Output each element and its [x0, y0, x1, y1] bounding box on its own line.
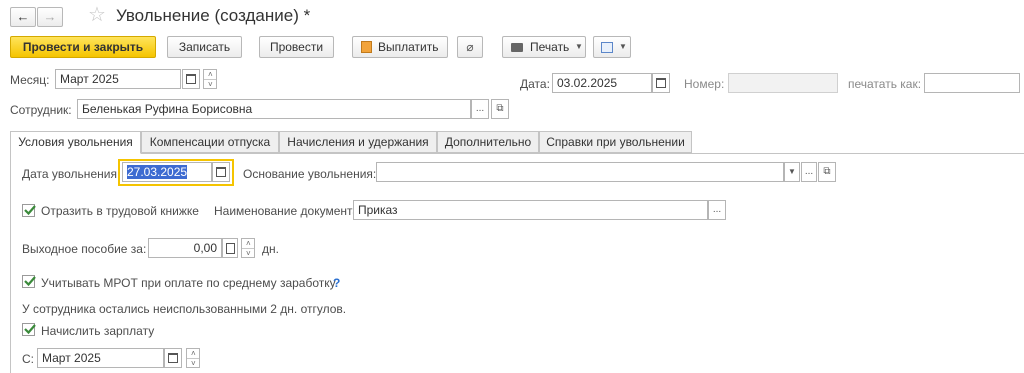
checkmark-icon	[24, 324, 36, 335]
month-label: Месяц:	[10, 73, 50, 87]
basis-open-button[interactable]: ⧉	[818, 162, 836, 182]
accrue-salary-label: Начислить зарплату	[41, 324, 155, 338]
checkmark-icon	[24, 276, 36, 287]
dismissal-date-label: Дата увольнения:	[22, 167, 121, 181]
number-label: Номер:	[684, 77, 725, 91]
paperclip-icon: ⌀	[466, 40, 474, 54]
severance-unit: дн.	[262, 242, 279, 256]
print-as-label: печатать как:	[848, 77, 922, 91]
arrow-left-icon: ←	[16, 9, 30, 24]
calendar-button[interactable]	[182, 69, 200, 89]
date-label: Дата:	[520, 77, 550, 91]
calendar-icon	[216, 167, 226, 177]
document-icon	[361, 41, 372, 53]
severance-label: Выходное пособие за:	[22, 242, 147, 256]
severance-field[interactable]: 0,00	[148, 238, 222, 258]
unused-vacation-text: У сотрудника остались неиспользованными …	[22, 302, 347, 316]
month-field[interactable]: Март 2025	[55, 69, 181, 89]
calendar-icon	[186, 74, 196, 84]
from-month-field[interactable]: Март 2025	[37, 348, 164, 368]
tab-dismissal-conditions[interactable]: Условия увольнения	[10, 131, 141, 154]
date-field[interactable]: 03.02.2025	[552, 73, 652, 93]
post-button[interactable]: Провести	[259, 36, 334, 58]
open-icon: ⧉	[823, 166, 831, 177]
workbook-checkbox[interactable]	[22, 204, 36, 217]
tab-accruals-deductions[interactable]: Начисления и удержания	[279, 131, 437, 153]
severance-spinner[interactable]: ˄ ˅	[241, 238, 255, 258]
star-icon[interactable]: ☆	[88, 3, 106, 27]
dismissal-calendar-button[interactable]	[212, 162, 230, 182]
basis-select-button[interactable]: ...	[801, 162, 817, 182]
forward-button[interactable]: →	[37, 7, 63, 27]
post-and-close-button[interactable]: Провести и закрыть	[10, 36, 156, 58]
employee-select-button[interactable]: ...	[471, 99, 489, 119]
employee-field[interactable]: Беленькая Руфина Борисовна	[77, 99, 471, 119]
basis-dropdown-button[interactable]: ▼	[784, 162, 800, 182]
arrow-right-icon: →	[43, 9, 57, 24]
pay-button[interactable]: Выплатить	[352, 36, 448, 58]
from-label: С:	[22, 352, 34, 366]
mrot-checkbox-label: Учитывать МРОТ при оплате по среднему за…	[41, 276, 336, 290]
calendar-icon	[656, 78, 666, 88]
save-button[interactable]: Записать	[167, 36, 242, 58]
back-button[interactable]: ←	[10, 7, 36, 27]
calculator-icon	[225, 243, 235, 254]
tab-certificates[interactable]: Справки при увольнении	[539, 131, 692, 153]
basis-label: Основание увольнения:	[243, 167, 377, 181]
doc-name-label: Наименование документа:	[214, 204, 363, 218]
tab-vacation-compensation[interactable]: Компенсации отпуска	[141, 131, 279, 153]
window-title: Увольнение (создание) *	[116, 6, 311, 25]
dismissal-date-field[interactable]: 27.03.2025	[122, 162, 212, 182]
open-icon: ⧉	[496, 103, 504, 114]
mrot-checkbox[interactable]	[22, 275, 36, 288]
employee-open-button[interactable]: ⧉	[491, 99, 509, 119]
doc-name-field[interactable]: Приказ	[353, 200, 708, 220]
print-button[interactable]: Печать ▼	[502, 36, 586, 58]
accrue-salary-checkbox[interactable]	[22, 323, 36, 336]
basis-field[interactable]	[376, 162, 784, 182]
dropdown-arrow-icon: ▼	[619, 42, 627, 51]
attachment-button[interactable]: ⌀	[457, 36, 483, 58]
calendar-icon	[168, 353, 178, 363]
doc-name-select-button[interactable]: ...	[708, 200, 726, 220]
pay-button-label: Выплатить	[378, 40, 439, 54]
checkmark-icon	[24, 205, 36, 216]
employee-label: Сотрудник:	[10, 103, 72, 117]
from-calendar-button[interactable]	[164, 348, 182, 368]
create-based-icon	[601, 42, 613, 53]
tab-panel-border	[141, 153, 1024, 154]
date-calendar-button[interactable]	[652, 73, 670, 93]
workbook-checkbox-label: Отразить в трудовой книжке	[41, 204, 199, 218]
printer-icon	[511, 43, 523, 52]
create-based-on-button[interactable]: ▼	[593, 36, 631, 58]
print-button-label: Печать	[530, 40, 570, 54]
dismissal-date-value: 27.03.2025	[127, 165, 188, 179]
tab-panel-left-border	[10, 153, 11, 373]
dropdown-arrow-icon: ▼	[575, 42, 583, 51]
month-spinner[interactable]: ˄ ˅	[203, 69, 217, 89]
print-as-field[interactable]	[924, 73, 1020, 93]
calculator-button[interactable]	[222, 238, 238, 258]
from-month-spinner[interactable]: ˄ ˅	[186, 348, 200, 368]
mrot-help-icon[interactable]: ?	[333, 276, 340, 290]
number-field[interactable]	[728, 73, 838, 93]
tab-additional[interactable]: Дополнительно	[437, 131, 539, 153]
